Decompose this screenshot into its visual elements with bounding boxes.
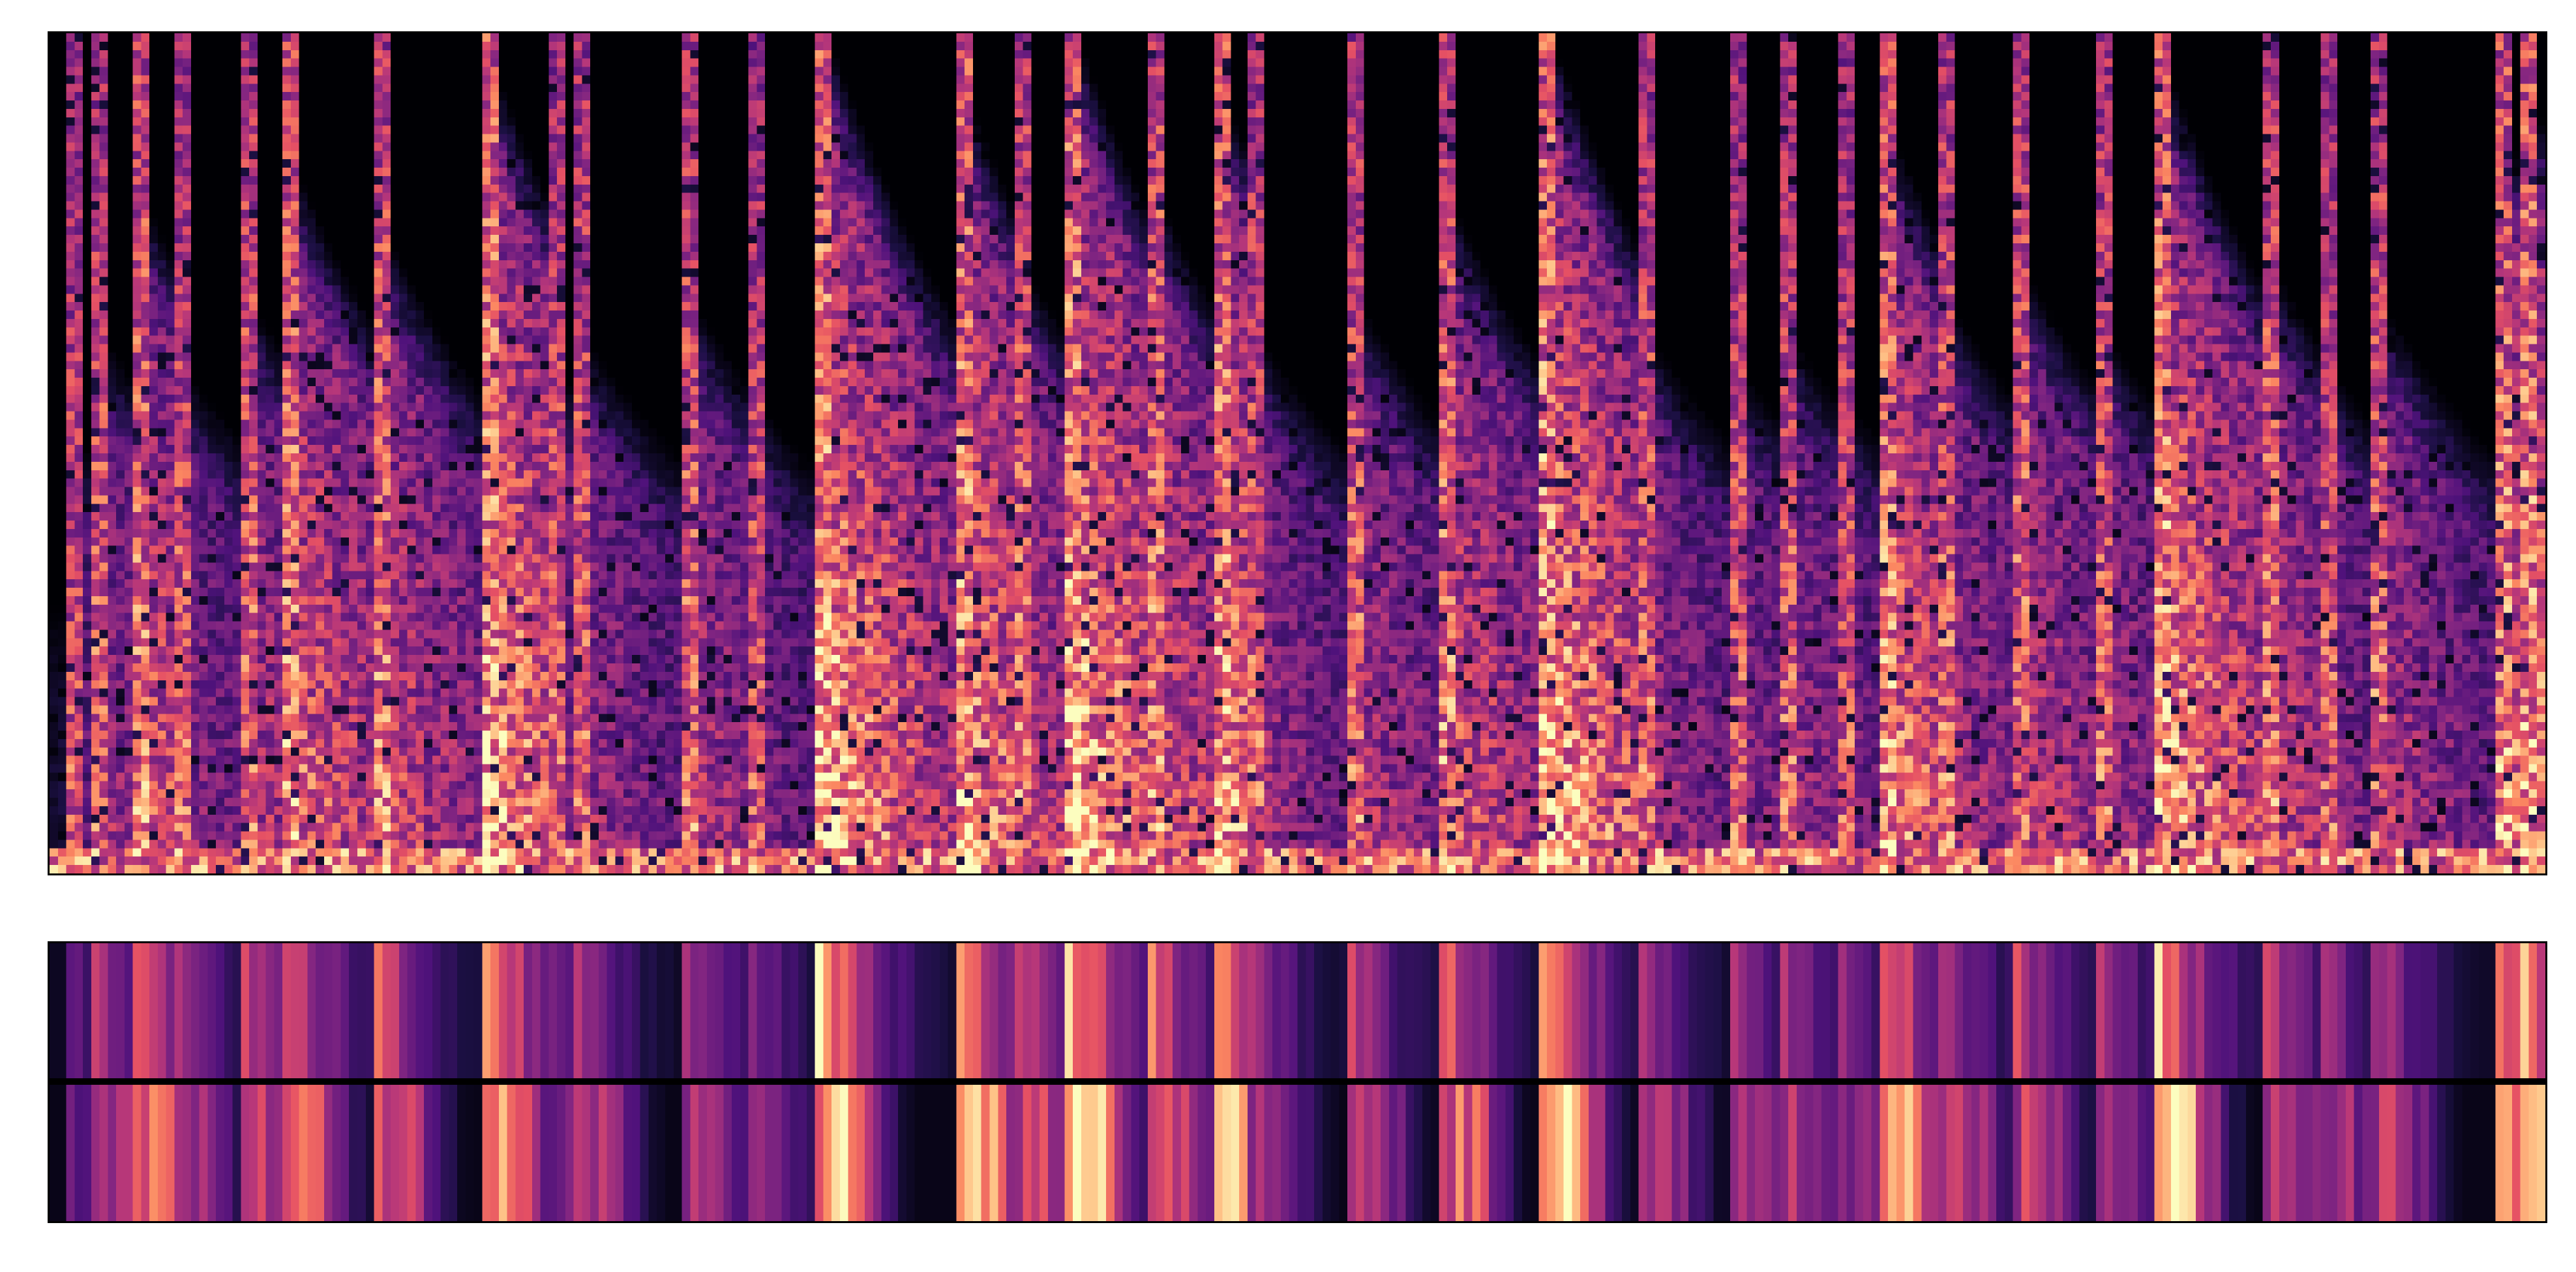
onset-strips: [48, 941, 2547, 1223]
strip-divider: [50, 1078, 2545, 1085]
spectrogram-canvas: [50, 33, 2545, 873]
spectrogram-heatmap: [48, 31, 2547, 875]
